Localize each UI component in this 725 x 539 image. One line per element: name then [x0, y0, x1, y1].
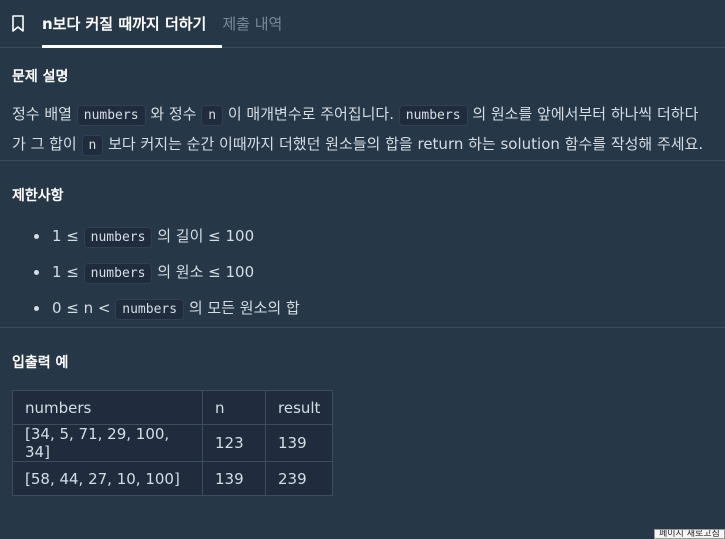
divider: [0, 160, 725, 161]
text: 의 원소 ≤ 100: [152, 263, 255, 281]
list-item: 0 ≤ n < numbers 의 모든 원소의 합: [34, 291, 725, 327]
description-text: 정수 배열 numbers 와 정수 n 이 매개변수로 주어집니다. numb…: [12, 100, 725, 160]
table-cell: 139: [264, 424, 334, 462]
tab-problem[interactable]: n보다 커질 때까지 더하기: [12, 0, 223, 48]
text: 0 ≤ n <: [52, 299, 116, 317]
text: 정수 배열: [12, 105, 77, 123]
description-line-2: 가 그 합이 n 보다 커지는 순간 이때까지 더했던 원소들의 합을 retu…: [12, 130, 725, 160]
limits-list: 1 ≤ numbers 의 길이 ≤ 100 1 ≤ numbers 의 원소 …: [12, 219, 725, 327]
tab-submissions-label: 제출 내역: [222, 15, 283, 33]
text: 1 ≤: [52, 227, 84, 245]
table-row: [58, 44, 27, 10, 100] 139 239: [12, 461, 334, 496]
text: 가 그 합이: [12, 135, 82, 153]
text: 이 매개변수로 주어집니다.: [223, 105, 399, 123]
divider: [0, 327, 725, 328]
table-row: [34, 5, 71, 29, 100, 34] 123 139: [12, 424, 334, 462]
tab-submissions[interactable]: 제출 내역: [222, 0, 282, 47]
inline-code: numbers: [76, 105, 146, 126]
limits-section: 제한사항 1 ≤ numbers 의 길이 ≤ 100 1 ≤ numbers …: [0, 185, 725, 327]
table-cell: 239: [264, 461, 334, 496]
problem-content: 문제 설명 정수 배열 numbers 와 정수 n 이 매개변수로 주어집니다…: [0, 66, 725, 160]
tab-problem-label: n보다 커질 때까지 더하기: [42, 15, 207, 33]
column-header-n: n: [202, 390, 266, 425]
inline-code: n: [81, 135, 104, 156]
list-item: 1 ≤ numbers 의 원소 ≤ 100: [34, 255, 725, 291]
text: 의 원소를 앞에서부터 하나씩 더하다: [467, 105, 699, 123]
column-header-result: result: [264, 390, 334, 425]
text: 보다 커지는 순간 이때까지 더했던 원소들의 합을 return 하는 sol…: [103, 135, 704, 153]
examples-table: numbers n result [34, 5, 71, 29, 100, 34…: [12, 390, 334, 496]
text: 1 ≤: [52, 263, 84, 281]
table-cell: [34, 5, 71, 29, 100, 34]: [12, 424, 203, 462]
tab-bar: n보다 커질 때까지 더하기 제출 내역: [0, 0, 725, 48]
table-header-row: numbers n result: [12, 390, 334, 425]
text: 와 정수: [145, 105, 202, 123]
tooltip: 페이지 새로고침: [654, 529, 725, 539]
description-line-1: 정수 배열 numbers 와 정수 n 이 매개변수로 주어집니다. numb…: [12, 100, 725, 130]
inline-code: numbers: [398, 105, 468, 126]
list-item: 1 ≤ numbers 의 길이 ≤ 100: [34, 219, 725, 255]
inline-code: numbers: [83, 263, 153, 284]
limits-title: 제한사항: [12, 188, 64, 204]
examples-section: 입출력 예 numbers n result [34, 5, 71, 29, 1…: [0, 352, 725, 496]
table-cell: 139: [202, 461, 266, 496]
examples-title: 입출력 예: [12, 355, 69, 371]
inline-code: numbers: [83, 227, 153, 248]
description-title: 문제 설명: [12, 69, 69, 85]
table-cell: 123: [202, 424, 266, 462]
bookmark-icon[interactable]: [12, 15, 24, 32]
text: 의 모든 원소의 합: [184, 299, 300, 317]
column-header-numbers: numbers: [12, 390, 203, 425]
text: 의 길이 ≤ 100: [152, 227, 255, 245]
inline-code: n: [201, 105, 224, 126]
table-cell: [58, 44, 27, 10, 100]: [12, 461, 203, 496]
inline-code: numbers: [115, 299, 185, 320]
